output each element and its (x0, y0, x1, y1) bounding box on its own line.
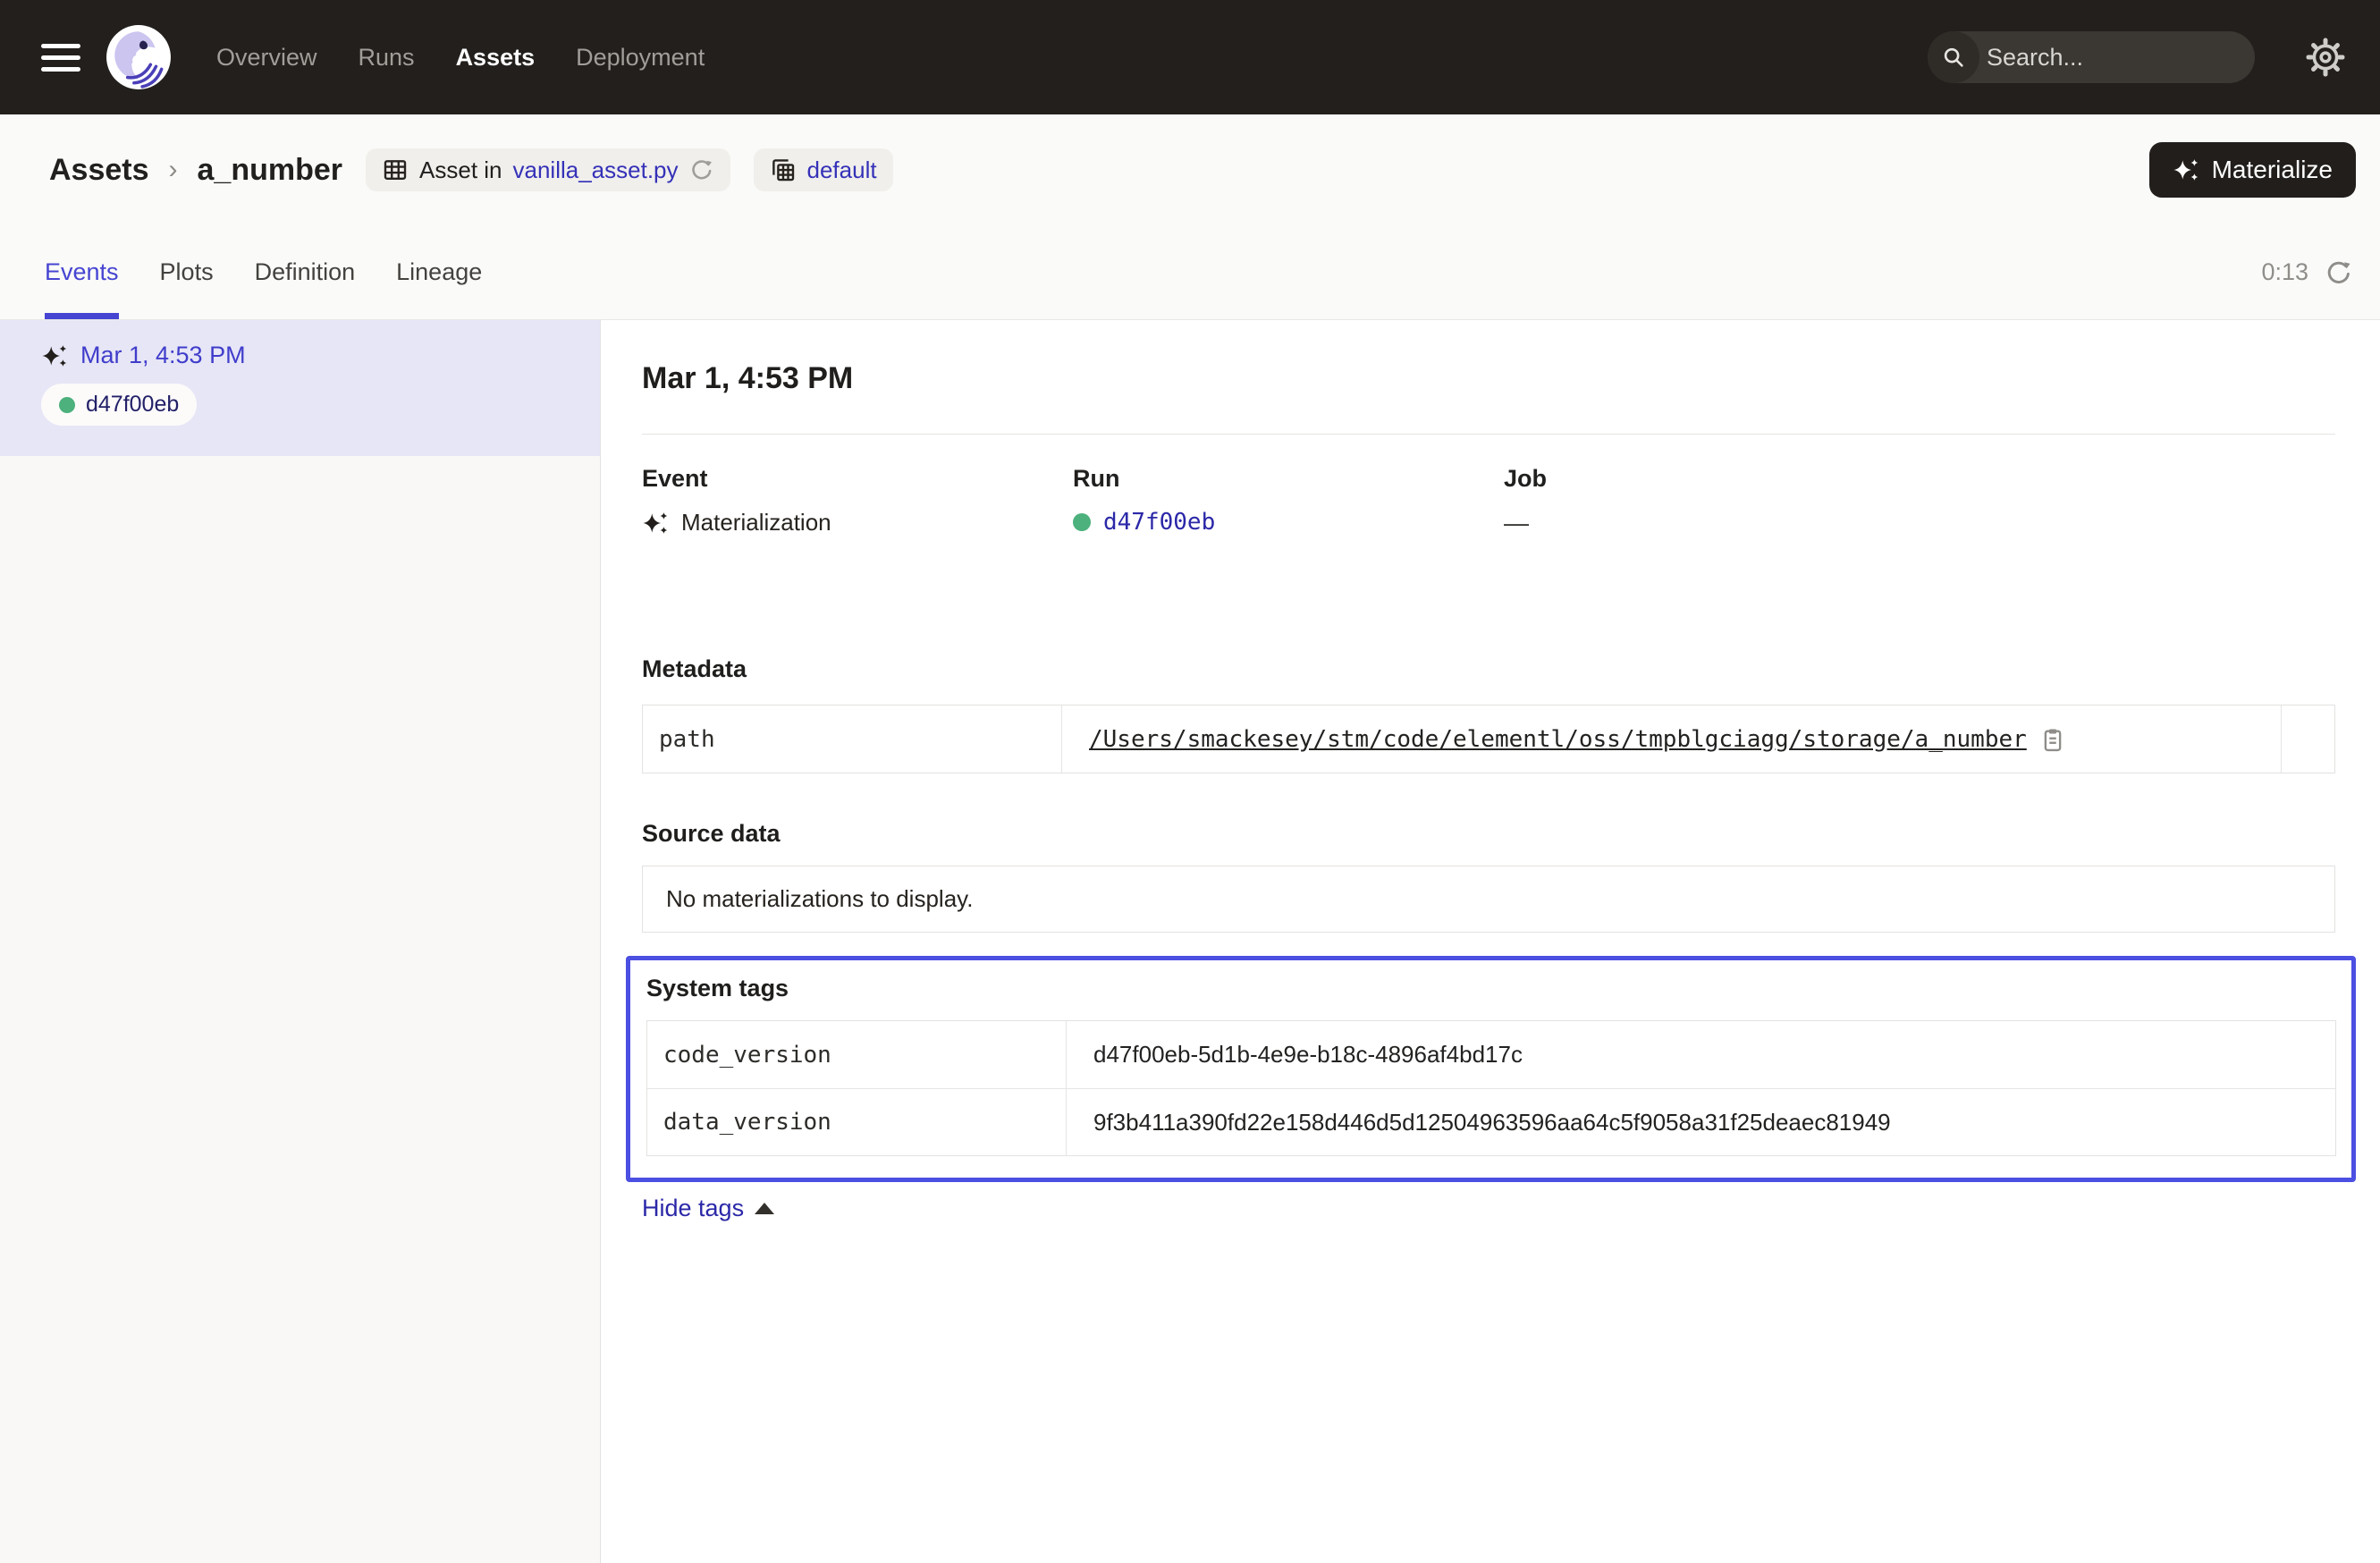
job-empty-value: — (1504, 509, 1529, 537)
reload-location-icon[interactable] (689, 157, 714, 182)
run-status-dot (59, 397, 75, 413)
run-column-label: Run (1073, 465, 1504, 493)
breadcrumb-assets[interactable]: Assets (49, 153, 149, 188)
source-data-empty-message: No materializations to display. (666, 885, 973, 913)
run-id-link[interactable]: d47f00eb (1103, 509, 1215, 536)
system-tag-value: 9f3b411a390fd22e158d446d5d12504963596aa6… (1093, 1109, 1891, 1136)
run-column: Run d47f00eb (1073, 465, 1504, 537)
metadata-table: path /Users/smackesey/stm/code/elementl/… (642, 705, 2335, 773)
caret-up-icon (755, 1203, 774, 1214)
nav-link-runs[interactable]: Runs (359, 44, 415, 72)
table-row: path /Users/smackesey/stm/code/elementl/… (643, 705, 2334, 773)
system-tag-key: data_version (647, 1089, 1067, 1155)
nav-link-assets[interactable]: Assets (456, 44, 536, 72)
event-column: Event Materialization (642, 465, 1073, 537)
repo-badge[interactable]: default (754, 148, 893, 191)
breadcrumb-separator: › (169, 155, 178, 185)
refresh-icon[interactable] (2325, 258, 2353, 287)
tab-events[interactable]: Events (45, 225, 119, 319)
events-sidebar: Mar 1, 4:53 PM d47f00eb (0, 320, 601, 1563)
tab-plots[interactable]: Plots (160, 225, 214, 319)
system-tags-heading: System tags (646, 975, 2336, 1002)
top-nav: Overview Runs Assets Deployment / (0, 0, 2380, 114)
event-detail-title: Mar 1, 4:53 PM (642, 361, 2335, 396)
nav-links: Overview Runs Assets Deployment (216, 44, 705, 72)
system-tags-table: code_version d47f00eb-5d1b-4e9e-b18c-489… (646, 1020, 2336, 1156)
event-column-label: Event (642, 465, 1073, 493)
page-title: a_number (198, 153, 343, 188)
nav-link-deployment[interactable]: Deployment (576, 44, 705, 72)
metadata-heading: Metadata (642, 655, 2335, 683)
asset-header-row: Assets › a_number Asset in vanilla_asset… (0, 114, 2380, 225)
search-box[interactable]: / (1928, 31, 2255, 83)
run-status-dot (1073, 513, 1091, 531)
metadata-action-cell (2281, 705, 2334, 773)
event-timestamp-link[interactable]: Mar 1, 4:53 PM (80, 342, 246, 369)
asset-location-link[interactable]: vanilla_asset.py (513, 156, 679, 184)
materialization-sparkle-icon (41, 342, 68, 369)
event-list-item-selected[interactable]: Mar 1, 4:53 PM d47f00eb (0, 320, 600, 456)
event-type-value: Materialization (681, 509, 831, 536)
refresh-countdown: 0:13 (2261, 258, 2308, 286)
system-tag-value: d47f00eb-5d1b-4e9e-b18c-4896af4bd17c (1093, 1041, 1523, 1069)
menu-icon[interactable] (41, 44, 80, 72)
tab-definition[interactable]: Definition (255, 225, 356, 319)
event-summary-columns: Event Materialization Run d47f00eb Job — (642, 465, 2335, 537)
metadata-key: path (643, 705, 1062, 773)
settings-gear-icon[interactable] (2305, 37, 2346, 78)
job-column: Job — (1504, 465, 1935, 537)
repo-link[interactable]: default (807, 156, 877, 184)
system-tags-section: System tags code_version d47f00eb-5d1b-4… (626, 956, 2356, 1182)
event-run-tag[interactable]: d47f00eb (41, 384, 197, 426)
nav-link-overview[interactable]: Overview (216, 44, 317, 72)
copy-icon[interactable] (2039, 726, 2066, 753)
table-row: code_version d47f00eb-5d1b-4e9e-b18c-489… (647, 1021, 2335, 1088)
source-data-empty-box: No materializations to display. (642, 866, 2335, 933)
metadata-path-link[interactable]: /Users/smackesey/stm/code/elementl/oss/t… (1089, 726, 2027, 753)
event-detail-panel: Mar 1, 4:53 PM Event Materialization Run… (601, 320, 2380, 1563)
search-icon (1928, 31, 1979, 83)
materialize-button[interactable]: Materialize (2149, 142, 2356, 198)
content-area: Mar 1, 4:53 PM d47f00eb Mar 1, 4:53 PM E… (0, 320, 2380, 1563)
breadcrumb: Assets › a_number (49, 153, 342, 188)
hide-tags-link[interactable]: Hide tags (642, 1195, 774, 1222)
source-data-heading: Source data (642, 820, 2335, 848)
divider (642, 434, 2335, 435)
asset-location-prefix: Asset in (419, 156, 502, 184)
search-input[interactable] (1979, 44, 2255, 72)
dagster-logo[interactable] (105, 24, 172, 90)
system-tag-key: code_version (647, 1021, 1067, 1088)
tab-lineage[interactable]: Lineage (396, 225, 482, 319)
asset-tabs: Events Plots Definition Lineage 0:13 (0, 225, 2380, 320)
event-run-id: d47f00eb (86, 392, 179, 418)
materialization-sparkle-icon (642, 510, 669, 536)
job-column-label: Job (1504, 465, 1935, 493)
hide-tags-label: Hide tags (642, 1195, 744, 1222)
materialize-button-label: Materialize (2212, 156, 2333, 184)
asset-location-badge[interactable]: Asset in vanilla_asset.py (366, 148, 730, 191)
table-row: data_version 9f3b411a390fd22e158d446d5d1… (647, 1088, 2335, 1155)
